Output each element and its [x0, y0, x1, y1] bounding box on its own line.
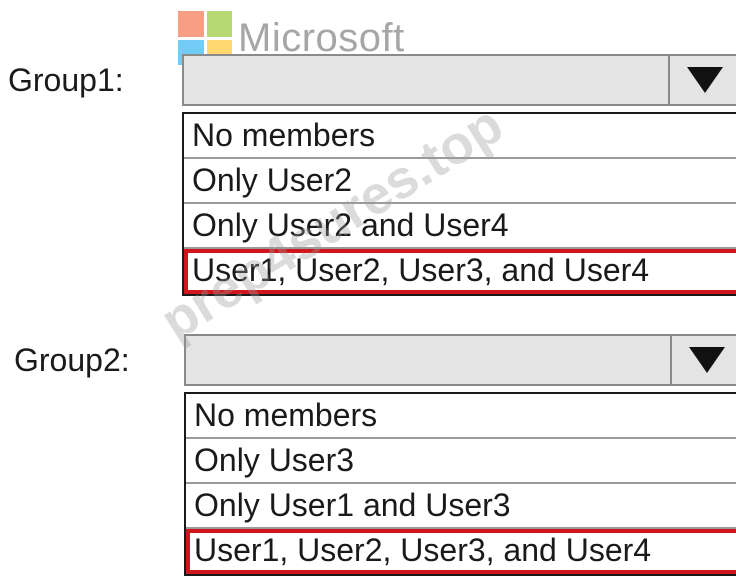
- chevron-down-icon: [687, 67, 723, 93]
- group1-label: Group1:: [8, 62, 124, 98]
- group1-option-all-users[interactable]: User1, User2, User3, and User4: [184, 249, 736, 294]
- group1-option-list: No members Only User2 Only User2 and Use…: [182, 112, 736, 296]
- group2-option-user1-user3[interactable]: Only User1 and User3: [186, 484, 736, 529]
- group1-dropdown-button[interactable]: [668, 56, 736, 104]
- group2-option-all-users[interactable]: User1, User2, User3, and User4: [186, 529, 736, 574]
- group1-option-only-user2[interactable]: Only User2: [184, 159, 736, 204]
- group2-dropdown[interactable]: [184, 334, 736, 386]
- group2-option-only-user3[interactable]: Only User3: [186, 439, 736, 484]
- group2-dropdown-button[interactable]: [670, 336, 736, 384]
- chevron-down-icon: [689, 347, 725, 373]
- group1-option-no-members[interactable]: No members: [184, 114, 736, 159]
- group1-option-user2-user4[interactable]: Only User2 and User4: [184, 204, 736, 249]
- group2-option-list: No members Only User3 Only User1 and Use…: [184, 392, 736, 576]
- group1-dropdown[interactable]: [182, 54, 736, 106]
- group2-option-no-members[interactable]: No members: [186, 394, 736, 439]
- group2-label: Group2:: [14, 342, 130, 378]
